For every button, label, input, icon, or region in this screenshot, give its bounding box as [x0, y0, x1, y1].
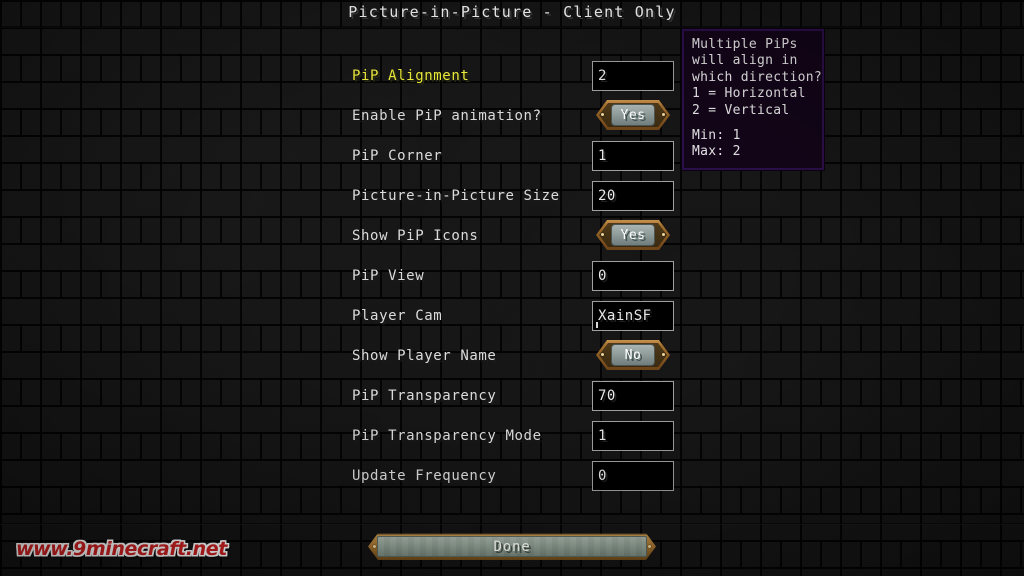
tooltip-line: Min: 1	[692, 128, 741, 144]
option-value: XainSF	[598, 308, 652, 324]
toggle-rivet-right	[662, 113, 665, 116]
option-value: 0	[598, 468, 607, 484]
option-text-input[interactable]: 1	[592, 141, 674, 171]
option-row: Show PiP Icons Yes	[352, 221, 672, 253]
option-row: PiP View 0	[352, 261, 674, 293]
option-row: PiP Transparency 70	[352, 381, 674, 413]
footer-separator	[0, 523, 1024, 525]
option-label: Enable PiP animation?	[352, 108, 542, 124]
toggle-rivet-left	[601, 113, 604, 116]
tooltip-line: Multiple PiPs	[692, 37, 798, 52]
option-label: Picture-in-Picture Size	[352, 188, 560, 204]
toggle-pill: Yes	[611, 104, 655, 126]
option-label: Show PiP Icons	[352, 228, 479, 244]
toggle-value: No	[624, 347, 642, 363]
done-button-inner: Done	[377, 536, 647, 557]
option-text-input[interactable]: XainSF	[592, 301, 674, 331]
option-text-input[interactable]: 0	[592, 261, 674, 291]
option-toggle-button[interactable]: Yes	[596, 100, 670, 130]
option-row: PiP Alignment 2	[352, 61, 674, 93]
minecraft-config-screen: Picture-in-Picture - Client Only PiP Ali…	[0, 0, 1024, 576]
option-value: 70	[598, 388, 616, 404]
option-row: Show Player Name No	[352, 341, 672, 373]
text-cursor	[596, 322, 598, 328]
option-text-input[interactable]: 0	[592, 461, 674, 491]
option-toggle-button[interactable]: Yes	[596, 220, 670, 250]
tooltip-line: will align in	[692, 53, 798, 69]
toggle-pill: No	[611, 344, 655, 366]
tooltip-line: Max: 2	[692, 144, 741, 160]
option-toggle-button[interactable]: No	[596, 340, 670, 370]
option-row: Update Frequency 0	[352, 461, 674, 493]
tooltip-line: which direction?	[692, 69, 823, 85]
option-tooltip: Multiple PiPs will align in which directio…	[681, 28, 825, 171]
option-row: Enable PiP animation? Yes	[352, 101, 672, 133]
toggle-rivet-right	[662, 233, 665, 236]
option-text-input[interactable]: 2	[592, 61, 674, 91]
tooltip-spacer	[692, 119, 814, 128]
option-value: 2	[598, 68, 607, 84]
done-rivet-left	[373, 545, 376, 548]
option-row: Player Cam XainSF	[352, 301, 674, 333]
option-label: PiP Corner	[352, 148, 443, 164]
option-row: Picture-in-Picture Size 20	[352, 181, 674, 213]
toggle-pill: Yes	[611, 224, 655, 246]
toggle-rivet-right	[662, 353, 665, 356]
option-label: PiP Alignment	[352, 68, 470, 84]
option-label: Update Frequency	[352, 468, 497, 484]
tooltip-line: 2 = Vertical	[692, 102, 790, 118]
option-text-input[interactable]: 70	[592, 381, 674, 411]
option-label: Player Cam	[352, 308, 443, 324]
tooltip-line: 1 = Horizontal	[692, 86, 806, 102]
site-watermark: www.9minecraft.net	[16, 538, 227, 560]
option-value: 20	[598, 188, 616, 204]
option-label: PiP Transparency	[352, 388, 497, 404]
option-value: 1	[598, 428, 607, 444]
toggle-value: Yes	[620, 227, 646, 243]
done-button-label: Done	[493, 538, 531, 555]
toggle-rivet-left	[601, 233, 604, 236]
done-button[interactable]: Done	[368, 533, 656, 560]
option-row: PiP Corner 1	[352, 141, 674, 173]
done-rivet-right	[648, 545, 651, 548]
option-label: PiP View	[352, 268, 425, 284]
options-list: PiP Alignment 2 Enable PiP animation? Yes Pi…	[0, 0, 1024, 576]
option-text-input[interactable]: 20	[592, 181, 674, 211]
toggle-rivet-left	[601, 353, 604, 356]
option-value: 1	[598, 148, 607, 164]
option-text-input[interactable]: 1	[592, 421, 674, 451]
option-label: Show Player Name	[352, 348, 497, 364]
option-label: PiP Transparency Mode	[352, 428, 542, 444]
option-value: 0	[598, 268, 607, 284]
option-row: PiP Transparency Mode 1	[352, 421, 674, 453]
toggle-value: Yes	[620, 107, 646, 123]
